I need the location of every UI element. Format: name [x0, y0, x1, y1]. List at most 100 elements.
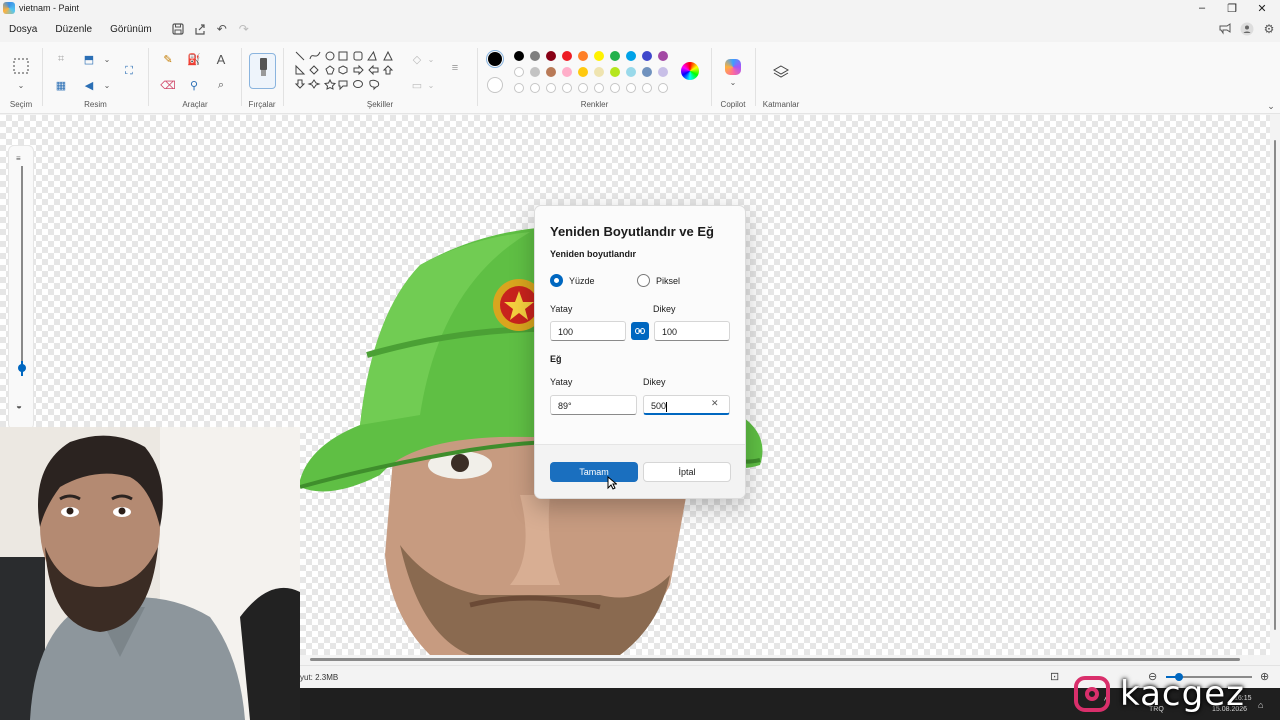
text-icon[interactable]: A — [212, 50, 230, 68]
notification-icon[interactable]: ⌂ — [1258, 700, 1263, 710]
pencil-icon[interactable]: ✎ — [159, 50, 177, 68]
image-select-icon[interactable]: ▦ — [52, 76, 70, 94]
aspect-ratio-link-icon[interactable] — [631, 322, 649, 340]
color-swatch[interactable] — [562, 83, 572, 93]
brush-size-slider[interactable]: ≡ ◒ — [8, 145, 34, 430]
color-swatch[interactable] — [658, 51, 668, 61]
color-swatch[interactable] — [578, 51, 588, 61]
color-swatch[interactable] — [530, 83, 540, 93]
skew-horizontal-input[interactable]: 89° — [550, 395, 637, 415]
chevron-down-icon[interactable]: ⌄ — [724, 73, 742, 91]
share-icon[interactable] — [189, 18, 211, 40]
ok-button[interactable]: Tamam — [550, 462, 638, 482]
close-button[interactable]: ✕ — [1247, 0, 1277, 16]
cancel-button[interactable]: İptal — [643, 462, 731, 482]
color-swatch[interactable] — [594, 51, 604, 61]
file-size-text: yut: 2.3MB — [300, 673, 339, 682]
tools-group: ✎ ⛽ A ⌫ ⚲ ⌕ Araçlar — [149, 42, 241, 114]
colors-group: Renkler — [478, 42, 711, 114]
feedback-icon[interactable] — [1214, 18, 1236, 40]
pixel-radio[interactable] — [637, 274, 650, 287]
skew-vertical-value: 500 — [651, 401, 667, 411]
color-swatch[interactable] — [562, 51, 572, 61]
settings-gear-icon[interactable]: ⚙ — [1258, 18, 1280, 40]
fit-to-window-icon[interactable]: ⊡ — [1050, 670, 1059, 683]
magnifier-icon[interactable]: ⌕ — [212, 76, 230, 94]
color-swatch[interactable] — [530, 51, 540, 61]
shapes-gallery-icon[interactable] — [292, 49, 400, 101]
menu-file[interactable]: Dosya — [0, 24, 46, 35]
primary-color[interactable] — [486, 50, 504, 68]
ribbon-collapse-chevron-icon[interactable]: ⌄ — [1262, 97, 1280, 115]
crop-icon[interactable]: ⌗ — [52, 50, 70, 68]
color-swatch[interactable] — [642, 83, 652, 93]
color-swatch[interactable] — [642, 67, 652, 77]
resize-icon[interactable]: ⬒ — [80, 50, 98, 68]
color-swatch[interactable] — [594, 83, 604, 93]
color-swatch[interactable] — [610, 67, 620, 77]
save-icon[interactable] — [167, 18, 189, 40]
select-rectangle-icon[interactable] — [12, 57, 30, 75]
fill-bucket-icon[interactable]: ⛽ — [185, 50, 203, 68]
layers-icon[interactable] — [772, 63, 790, 81]
chevron-down-icon[interactable]: ⌄ — [98, 76, 116, 94]
color-swatch[interactable] — [546, 83, 556, 93]
resize-horizontal-input[interactable]: 100 — [550, 321, 626, 341]
color-picker-icon[interactable]: ⚲ — [185, 76, 203, 94]
chevron-down-icon[interactable]: ⌄ — [422, 76, 440, 94]
percent-radio[interactable] — [550, 274, 563, 287]
rotate-icon[interactable]: ◀ — [80, 76, 98, 94]
percent-label: Yüzde — [569, 276, 595, 286]
secondary-color[interactable] — [487, 77, 503, 93]
color-swatch[interactable] — [626, 67, 636, 77]
clear-icon[interactable]: ✕ — [711, 398, 719, 409]
shape-size-icon[interactable]: ≡ — [446, 59, 464, 77]
color-swatch[interactable] — [546, 51, 556, 61]
horizontal-scrollbar[interactable] — [300, 655, 1280, 665]
color-swatch[interactable] — [578, 83, 588, 93]
edit-colors-icon[interactable] — [681, 62, 699, 80]
color-swatch[interactable] — [578, 67, 588, 77]
color-swatch[interactable] — [642, 51, 652, 61]
brush-button[interactable] — [249, 53, 276, 89]
maximize-button[interactable]: ❐ — [1217, 0, 1247, 16]
chevron-down-icon[interactable]: ⌄ — [422, 50, 440, 68]
group-label-layers: Katmanlar — [762, 100, 800, 109]
color-swatch[interactable] — [546, 67, 556, 77]
color-swatch[interactable] — [626, 51, 636, 61]
instagram-icon — [1074, 676, 1110, 712]
eraser-icon[interactable]: ⌫ — [159, 76, 177, 94]
menu-edit[interactable]: Düzenle — [46, 24, 101, 35]
resize-skew-dialog: Yeniden Boyutlandır ve Eğ Yeniden boyutl… — [534, 205, 746, 499]
title-bar: vietnam - Paint – ❐ ✕ — [0, 0, 1280, 16]
color-swatch[interactable] — [658, 83, 668, 93]
color-swatch[interactable] — [610, 51, 620, 61]
redo-icon[interactable]: ↷ — [233, 18, 255, 40]
undo-icon[interactable]: ↶ — [211, 18, 233, 40]
color-swatch[interactable] — [658, 67, 668, 77]
vertical-scrollbar[interactable] — [1270, 115, 1280, 655]
color-swatch[interactable] — [610, 83, 620, 93]
selection-group: ⌄ Seçim — [0, 42, 42, 114]
color-swatch[interactable] — [514, 83, 524, 93]
group-label-shapes: Şekiller — [366, 100, 394, 109]
color-swatch[interactable] — [514, 51, 524, 61]
group-label-image: Resim — [84, 100, 107, 109]
minimize-button[interactable]: – — [1187, 0, 1217, 16]
slider-thumb[interactable] — [18, 364, 26, 372]
chevron-down-icon[interactable]: ⌄ — [12, 76, 30, 94]
color-swatch[interactable] — [594, 67, 604, 77]
menu-bar: Dosya Düzenle Görünüm ↶ ↷ ⚙ — [0, 16, 1280, 42]
group-label-tools: Araçlar — [182, 100, 208, 109]
color-swatch[interactable] — [514, 67, 524, 77]
resize-vertical-input[interactable]: 100 — [654, 321, 730, 341]
color-swatch[interactable] — [626, 83, 636, 93]
image-remove-background-icon[interactable]: ⛶ — [120, 62, 138, 80]
menu-view[interactable]: Görünüm — [101, 24, 161, 35]
account-icon[interactable] — [1236, 18, 1258, 40]
zoom-in-icon[interactable]: ⊕ — [1260, 670, 1269, 683]
color-swatch[interactable] — [530, 67, 540, 77]
chevron-down-icon[interactable]: ⌄ — [98, 50, 116, 68]
pixel-label: Piksel — [656, 276, 681, 286]
color-swatch[interactable] — [562, 67, 572, 77]
